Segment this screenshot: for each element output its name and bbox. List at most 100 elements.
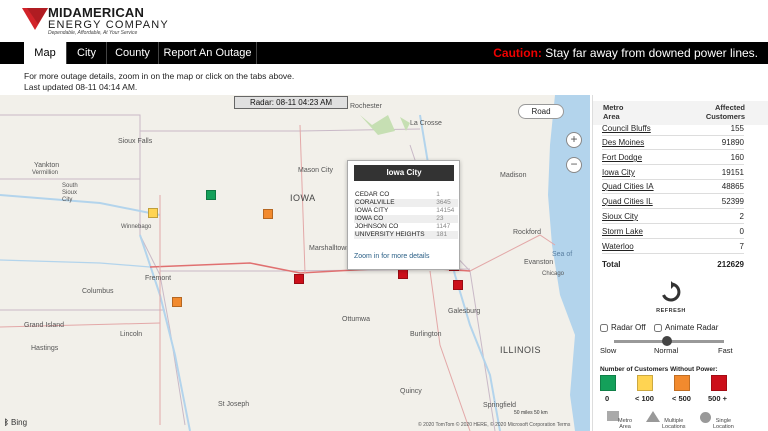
table-row[interactable]: Des Moines 91890 xyxy=(602,136,744,150)
caution-text: Stay far away from downed power lines. xyxy=(545,46,758,60)
label-vermillion: Vermillion xyxy=(32,170,59,176)
speed-slow-label: Slow xyxy=(600,346,617,355)
outage-marker-red-des-moines[interactable] xyxy=(294,274,304,284)
col-metro-l2: Area xyxy=(603,112,620,121)
total-label: Total xyxy=(602,260,621,269)
key-label: Location xyxy=(713,424,734,430)
table-row[interactable]: Quad Cities IA 48865 xyxy=(602,180,744,194)
popup-row: UNIVERSITY HEIGHTS 181 xyxy=(354,231,458,239)
label-lincoln: Lincoln xyxy=(120,331,143,338)
metro-count: 2 xyxy=(739,212,744,221)
metro-link[interactable]: Iowa City xyxy=(602,166,635,180)
legend-label: 500 + xyxy=(708,394,727,403)
popup-area: CORALVILLE xyxy=(355,199,395,206)
popup-table: CEDAR CO 1 CORALVILLE 3645 IOWA CITY 14154 … xyxy=(354,191,458,239)
label-sioux-falls: Sioux Falls xyxy=(118,138,153,145)
metro-link[interactable]: Quad Cities IA xyxy=(602,180,654,194)
label-winnebago: Winnebago xyxy=(121,224,152,230)
label-south-sioux-city: South Sioux City xyxy=(62,183,78,203)
popup-count: 1 xyxy=(436,191,440,198)
metro-count: 91890 xyxy=(721,138,744,147)
outage-marker-red-iowa-city[interactable] xyxy=(398,269,408,279)
label-yankton: Yankton xyxy=(34,162,60,169)
table-row[interactable]: Fort Dodge 160 xyxy=(602,151,744,165)
table-row[interactable]: Waterloo 7 xyxy=(602,240,744,254)
popup-area: CEDAR CO xyxy=(355,191,390,198)
popup-row: IOWA CO 23 xyxy=(354,215,458,223)
refresh-button[interactable]: REFRESH xyxy=(656,281,686,315)
outage-marker-orange-fort-dodge[interactable] xyxy=(263,209,273,219)
popup-area: UNIVERSITY HEIGHTS xyxy=(355,231,425,238)
outage-marker-orange-council-bluffs[interactable] xyxy=(172,297,182,307)
company-logo[interactable]: MIDAMERICAN ENERGY COMPANY Dependable, A… xyxy=(22,6,172,38)
metro-link[interactable]: Council Bluffs xyxy=(602,122,651,136)
metro-link[interactable]: Quad Cities IL xyxy=(602,195,653,209)
metro-count: 160 xyxy=(730,153,744,162)
single-location-icon xyxy=(700,412,711,423)
logo-icon xyxy=(22,8,48,30)
total-value: 212629 xyxy=(717,260,744,269)
key-label: Locations xyxy=(662,424,686,430)
popup-area: IOWA CO xyxy=(355,215,384,222)
info-line1: For more outage details, zoom in on the … xyxy=(24,71,295,81)
label-burlington: Burlington xyxy=(410,331,442,338)
animate-radar-input[interactable] xyxy=(654,323,662,332)
outage-marker-green[interactable] xyxy=(206,190,216,200)
table-row[interactable]: Storm Lake 0 xyxy=(602,225,744,239)
outage-marker-red-quad-cities-il[interactable] xyxy=(453,280,463,290)
caution-word: Caution: xyxy=(493,46,542,60)
popup-area: JOHNSON CO xyxy=(355,223,399,230)
outage-map[interactable]: Sioux Falls Yankton Vermillion South Sio… xyxy=(0,95,590,431)
zoom-in-button[interactable]: + xyxy=(566,132,582,148)
table-row[interactable]: Quad Cities IL 52399 xyxy=(602,195,744,209)
popup-row: CORALVILLE 3645 xyxy=(354,199,458,207)
label-springfield: Springfield xyxy=(483,402,517,409)
speed-slider-handle[interactable] xyxy=(662,336,672,346)
legend-swatch-500 xyxy=(674,375,690,391)
animate-radar-checkbox[interactable]: Animate Radar xyxy=(654,323,718,333)
key-label: Area xyxy=(619,424,631,430)
tab-city[interactable]: City xyxy=(67,42,107,64)
label-st-joseph: St Joseph xyxy=(218,401,250,408)
label-chicago: Chicago xyxy=(542,271,565,277)
label-evanston: Evanston xyxy=(524,259,554,266)
metro-link[interactable]: Des Moines xyxy=(602,136,644,150)
tab-report-outage[interactable]: Report An Outage xyxy=(159,42,257,64)
animate-radar-label: Animate Radar xyxy=(665,323,719,332)
radar-off-input[interactable] xyxy=(600,323,608,332)
col-metro-l1: Metro xyxy=(603,103,624,112)
table-row[interactable]: Iowa City 19151 xyxy=(602,166,744,180)
metro-count: 7 xyxy=(739,242,744,251)
col-affected-l1: Affected xyxy=(714,103,745,112)
radar-off-checkbox[interactable]: Radar Off xyxy=(600,323,646,333)
zoom-out-button[interactable]: − xyxy=(566,157,582,173)
tab-map[interactable]: Map xyxy=(24,42,67,64)
metro-link[interactable]: Sioux City xyxy=(602,210,638,224)
road-view-button[interactable]: Road xyxy=(518,104,564,119)
table-row[interactable]: Council Bluffs 155 xyxy=(602,122,744,136)
legend-label: < 100 xyxy=(635,394,654,403)
metro-count: 0 xyxy=(739,227,744,236)
table-row[interactable]: Sioux City 2 xyxy=(602,210,744,224)
tab-county[interactable]: County xyxy=(107,42,159,64)
label-fremont: Fremont xyxy=(145,275,172,282)
metro-link[interactable]: Storm Lake xyxy=(602,225,643,239)
label-illinois: ILLINOIS xyxy=(500,345,542,355)
metro-count: 19151 xyxy=(721,168,744,177)
radar-off-label: Radar Off xyxy=(611,323,646,332)
outage-marker-yellow[interactable] xyxy=(148,208,158,218)
label-marshalltown: Marshalltown xyxy=(309,245,351,252)
map-background xyxy=(0,95,590,431)
metro-link[interactable]: Fort Dodge xyxy=(602,151,642,165)
caution-banner: Caution: Stay far away from downed power… xyxy=(493,42,758,64)
table-total-row: Total 212629 xyxy=(602,258,744,272)
metro-count: 52399 xyxy=(721,197,744,206)
bing-icon: ᛒ xyxy=(4,418,9,427)
label-la-crosse: La Crosse xyxy=(410,120,442,127)
popup-row: JOHNSON CO 1147 xyxy=(354,223,458,231)
metro-link[interactable]: Waterloo xyxy=(602,240,634,254)
refresh-label: REFRESH xyxy=(656,308,686,314)
map-copyright[interactable]: © 2020 TomTom © 2020 HERE, © 2020 Micros… xyxy=(418,422,570,428)
zoom-details-link[interactable]: Zoom in for more details xyxy=(354,253,429,260)
label-galesburg: Galesburg xyxy=(448,308,481,315)
